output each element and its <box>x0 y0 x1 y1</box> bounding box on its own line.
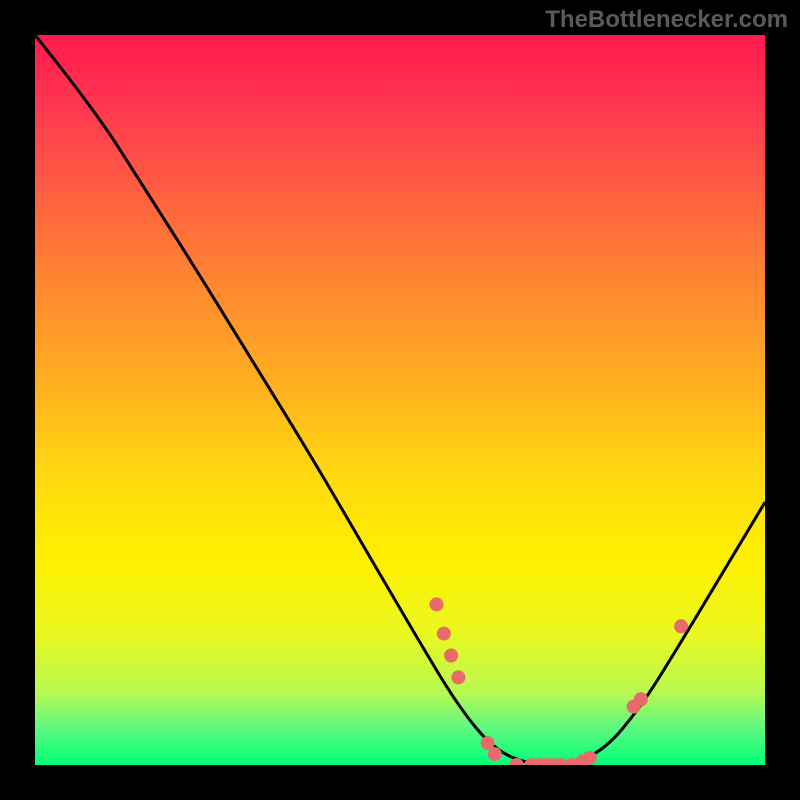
data-marker <box>510 758 524 765</box>
data-marker <box>451 670 465 684</box>
data-marker <box>437 627 451 641</box>
data-marker <box>674 619 688 633</box>
data-marker <box>444 649 458 663</box>
curve-line <box>35 35 765 765</box>
data-marker <box>634 692 648 706</box>
attribution-text: TheBottlenecker.com <box>545 6 788 34</box>
chart-overlay <box>35 35 765 765</box>
marker-dots <box>430 597 689 765</box>
chart-container <box>35 35 765 765</box>
data-marker <box>583 751 597 765</box>
data-marker <box>430 597 444 611</box>
bottleneck-curve <box>35 35 765 765</box>
data-marker <box>488 747 502 761</box>
